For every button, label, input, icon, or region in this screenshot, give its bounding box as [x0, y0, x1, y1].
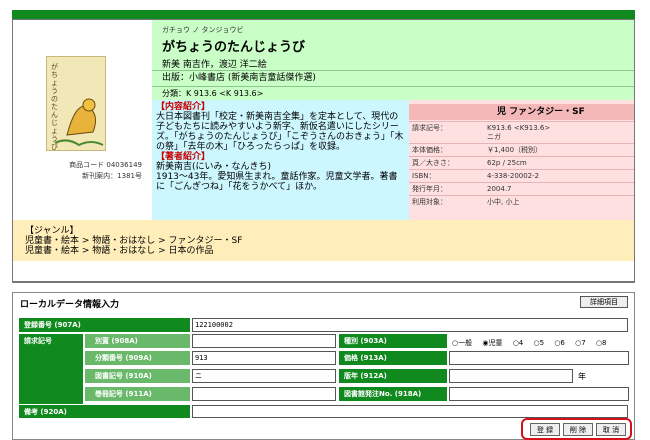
reg-number-label: 登録番号 (907A) [19, 318, 190, 332]
content-heading: 【内容紹介】 [156, 102, 211, 112]
detail-row: ISBN： 4-338-20002-2 [409, 169, 634, 182]
radio-label: 4 [518, 339, 524, 347]
content-text: 大日本図書刊「校定・新美南吉全集」を定本として、現代の子どもたちに読みやすいよう… [156, 112, 404, 152]
detail-key: 利用対象： [412, 198, 447, 206]
radio-label: 一般 [458, 339, 473, 347]
radio-option[interactable]: ○一般 [452, 339, 476, 347]
detail-value: ￥1,400（税別） [487, 146, 543, 154]
detail-value: 4-338-20002-2 [487, 172, 540, 180]
delete-button[interactable]: 削 除 [563, 423, 593, 436]
detail-key: 発行年月： [412, 185, 447, 193]
separate-label: 別置 (908A) [85, 334, 190, 348]
volume-label: 巻冊記号 (911A) [85, 387, 190, 401]
description-box: 【内容紹介】 大日本図書刊「校定・新美南吉全集」を定本として、現代の子どもたちに… [152, 100, 409, 220]
type-radio-group: ○一般 ◉児童 ○4 ○5 ○6 ○7 ○8 [452, 338, 615, 348]
detail-key: ISBN： [412, 172, 436, 180]
call-number-label: 請求記号 [19, 334, 83, 404]
detail-row: 本体価格： ￥1,400（税別） [409, 143, 634, 156]
book-mark-label: 図書記号 (910A) [85, 369, 190, 383]
library-order-input[interactable] [449, 387, 629, 401]
radio-option-selected[interactable]: ◉児童 [482, 339, 506, 347]
remarks-input[interactable] [192, 405, 628, 418]
detail-value: ニガ [487, 133, 501, 141]
radio-label: 7 [581, 339, 586, 347]
radio-label: 5 [539, 339, 545, 347]
genre-heading: 【ジャンル】 [25, 226, 79, 236]
radio-label: 8 [602, 339, 607, 347]
publisher-row: 出版：小峰書店 (新美南吉童話傑作選) [152, 70, 634, 85]
cover-title: がちょうのたんじょうび [51, 63, 58, 151]
library-order-label: 図書館発注No. (918A) [339, 387, 447, 401]
detail-key: 頁／大きさ： [412, 159, 454, 167]
register-button[interactable]: 登 録 [530, 423, 560, 436]
price-input[interactable] [449, 351, 629, 365]
new-guide-number: 新刊案内：1381号 [82, 172, 142, 180]
genre-box: 【ジャンル】 児童書・絵本 > 物語・おはなし > ファンタジー・SF 児童書・… [13, 220, 634, 261]
classification-row: 分類：K 913.6 <K 913.6> [152, 86, 634, 100]
edition-year-label: 版年 (912A) [339, 369, 447, 383]
radio-option[interactable]: ○8 [596, 339, 611, 347]
detail-row: 発行年月： 2004.7 [409, 182, 634, 195]
type-label: 種別 (903A) [339, 334, 447, 348]
detail-value: 62p / 25cm [487, 159, 527, 167]
book-authors: 新美 南吉作，渡辺 洋二絵 [162, 60, 267, 70]
genre-line[interactable]: 児童書・絵本 > 物語・おはなし > ファンタジー・SF [25, 236, 634, 246]
book-cover-image: がちょうのたんじょうび [46, 56, 106, 151]
detail-items-button[interactable]: 詳細項目 [580, 296, 628, 308]
local-data-title: ローカルデータ情報入力 [20, 300, 120, 310]
radio-option[interactable]: ○6 [554, 339, 569, 347]
reg-number-input[interactable]: 122100002 [192, 318, 628, 332]
edition-year-input[interactable] [449, 369, 573, 383]
title-kana: ガチョウ ノ タンジョウビ [162, 26, 244, 34]
class-number-label: 分類番号 (909A) [85, 351, 190, 365]
detail-key: 本体価格： [412, 146, 447, 154]
genre-label: 児 ファンタジー・SF [409, 104, 634, 120]
radio-option[interactable]: ○5 [534, 339, 549, 347]
separate-input[interactable] [192, 334, 336, 348]
author-text: 新美南吉(にいみ・なんきち) 1913〜43年。愛知県生まれ。童話作家。児童文学… [156, 162, 398, 192]
author-heading: 【著者紹介】 [156, 152, 211, 162]
radio-label: 児童 [488, 339, 503, 347]
book-mark-input[interactable]: ニ [192, 369, 336, 383]
genre-line[interactable]: 児童書・絵本 > 物語・おはなし > 日本の作品 [25, 246, 634, 256]
panel-bottom-border [12, 281, 635, 283]
book-title: がちょうのたんじょうび [162, 40, 306, 55]
product-code: 商品コード 04036149 [69, 161, 142, 169]
class-number-input[interactable]: 913 [192, 351, 336, 365]
detail-row: 頁／大きさ： 62p / 25cm [409, 156, 634, 169]
detail-row: ニガ [409, 131, 634, 143]
detail-row: 利用対象： 小中, 小上 [409, 195, 634, 208]
volume-input[interactable] [192, 387, 336, 401]
price-label: 価格 (913A) [339, 351, 447, 365]
product-code-info: 商品コード 04036149 新刊案内：1381号 [30, 160, 142, 182]
remarks-label: 備考 (920A) [19, 405, 190, 418]
detail-value: 2004.7 [487, 185, 512, 193]
cancel-button[interactable]: 取 消 [596, 423, 626, 436]
top-bar [12, 10, 635, 19]
radio-label: 6 [560, 339, 565, 347]
year-suffix: 年 [578, 372, 586, 381]
radio-option[interactable]: ○7 [575, 339, 590, 347]
radio-option[interactable]: ○4 [513, 339, 528, 347]
detail-value: 小中, 小上 [487, 198, 520, 206]
